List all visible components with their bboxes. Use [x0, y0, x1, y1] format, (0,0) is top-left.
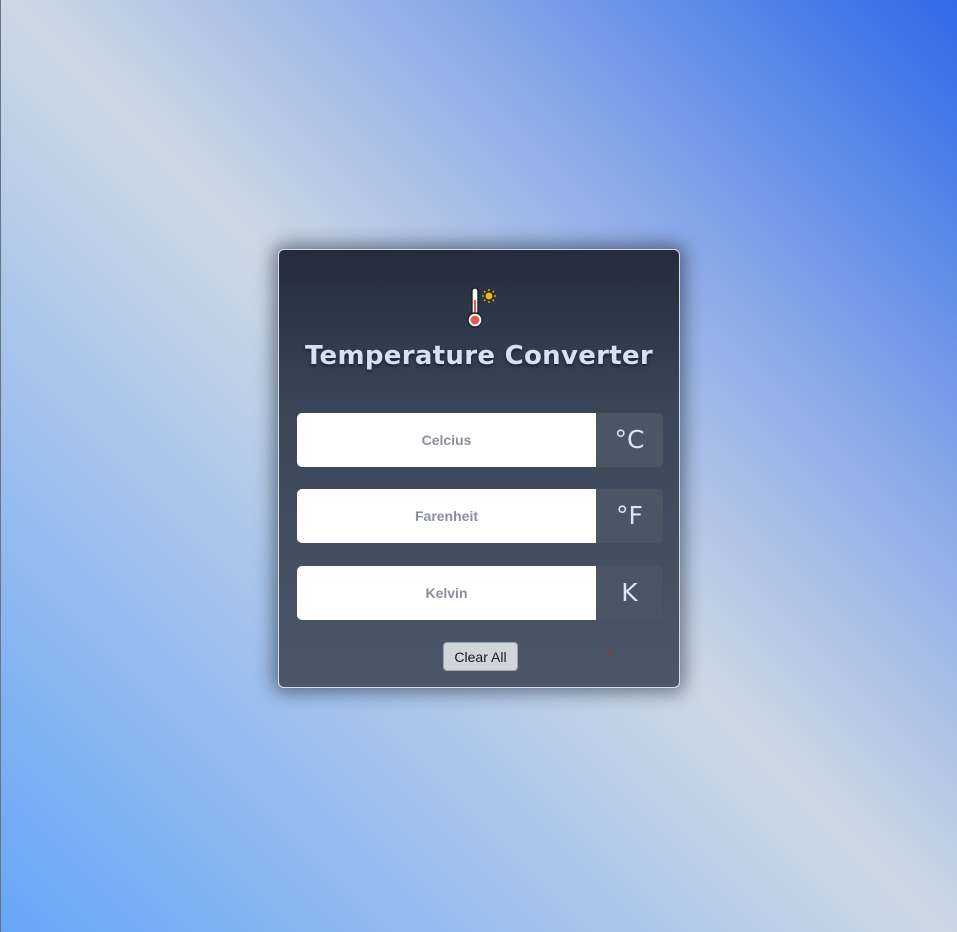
- celsius-unit-label: °C: [596, 413, 663, 467]
- clear-all-button[interactable]: Clear All: [443, 642, 518, 671]
- converter-card: Temperature Converter °C °F K Clear All …: [278, 249, 680, 688]
- kelvin-input[interactable]: [297, 566, 596, 620]
- celsius-row: °C: [297, 413, 663, 467]
- fahrenheit-input[interactable]: [297, 489, 596, 543]
- window-edge: [0, 0, 1, 932]
- fahrenheit-unit-label: °F: [596, 489, 663, 543]
- close-icon[interactable]: ×: [605, 646, 614, 658]
- thermometer-sun-icon: [465, 286, 499, 330]
- fahrenheit-row: °F: [297, 489, 663, 543]
- page-title: Temperature Converter: [304, 341, 654, 371]
- celsius-input[interactable]: [297, 413, 596, 467]
- kelvin-row: K: [297, 566, 663, 620]
- kelvin-unit-label: K: [596, 566, 663, 620]
